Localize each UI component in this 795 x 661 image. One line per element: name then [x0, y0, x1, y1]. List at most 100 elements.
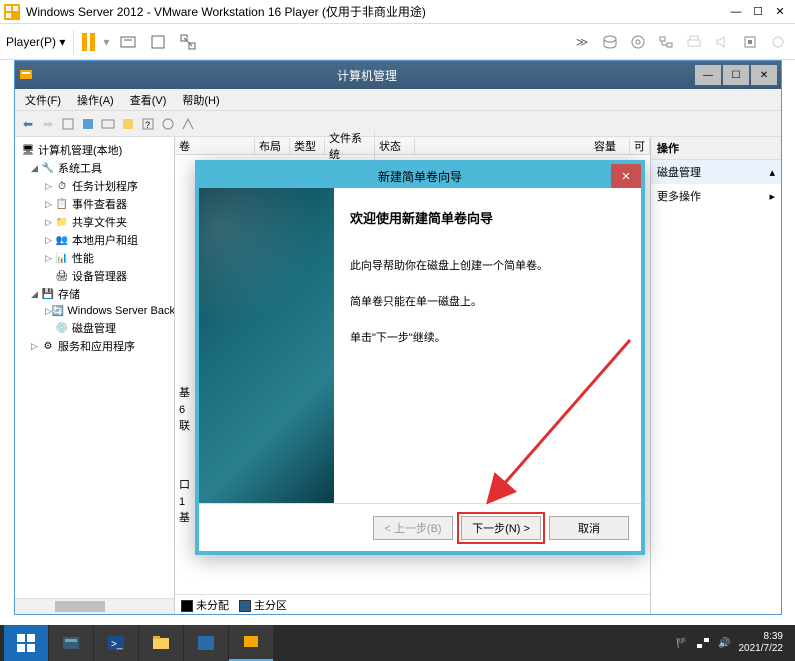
tree-shared-folders[interactable]: ▷📁共享文件夹 — [17, 213, 172, 231]
close-button[interactable]: ✕ — [769, 3, 791, 21]
back-icon[interactable]: ⬅ — [19, 115, 37, 133]
usb-icon[interactable] — [739, 31, 761, 53]
mgmt-minimize-button[interactable]: — — [695, 65, 721, 85]
disk-info: 基 6 联 — [179, 385, 190, 435]
cd-icon[interactable] — [627, 31, 649, 53]
properties-icon[interactable] — [79, 115, 97, 133]
new-simple-volume-wizard: 新建简单卷向导 ✕ 欢迎使用新建简单卷向导 此向导帮助你在磁盘上创建一个简单卷。… — [195, 160, 645, 555]
tree-disk-mgmt[interactable]: 💿磁盘管理 — [17, 319, 172, 337]
wizard-title: 新建简单卷向导 — [378, 168, 462, 185]
col-capacity[interactable]: 容量 — [590, 138, 630, 154]
actions-header: 操作 — [651, 137, 781, 160]
actions-more[interactable]: 更多操作▸ — [651, 184, 781, 208]
wizard-line1: 此向导帮助你在磁盘上创建一个简单卷。 — [350, 257, 625, 273]
menu-action[interactable]: 操作(A) — [71, 90, 120, 110]
toolbar-icon-a[interactable] — [159, 115, 177, 133]
wizard-buttons: < 上一步(B) 下一步(N) > 取消 — [199, 503, 641, 551]
actions-panel: 操作 磁盘管理▴ 更多操作▸ — [651, 137, 781, 614]
taskbar-server-manager[interactable] — [49, 625, 93, 661]
send-ctrl-alt-del-icon[interactable] — [117, 31, 139, 53]
tree-local-users[interactable]: ▷👥本地用户和组 — [17, 231, 172, 249]
wizard-titlebar[interactable]: 新建简单卷向导 ✕ — [199, 164, 641, 188]
forward-icon[interactable]: ➡ — [39, 115, 57, 133]
menu-help[interactable]: 帮助(H) — [176, 90, 225, 110]
chevron-up-icon: ▴ — [769, 166, 775, 179]
mgmt-titlebar: 计算机管理 — ☐ ✕ — [15, 61, 781, 89]
tree-system-tools[interactable]: ◢🔧系统工具 — [17, 159, 172, 177]
tree-event-viewer[interactable]: ▷📋事件查看器 — [17, 195, 172, 213]
refresh-icon[interactable] — [99, 115, 117, 133]
settings-icon[interactable] — [767, 31, 789, 53]
mgmt-icon — [19, 67, 35, 83]
wizard-heading: 欢迎使用新建简单卷向导 — [350, 208, 625, 227]
col-status[interactable]: 状态 — [375, 138, 415, 154]
tree-storage[interactable]: ◢💾存储 — [17, 285, 172, 303]
wizard-line3: 单击"下一步"继续。 — [350, 329, 625, 345]
legend-primary: 主分区 — [254, 600, 287, 612]
help-icon[interactable]: ? — [139, 115, 157, 133]
unity-icon[interactable] — [177, 31, 199, 53]
col-free[interactable]: 可 — [630, 138, 650, 154]
network-icon[interactable] — [655, 31, 677, 53]
svg-text:>_: >_ — [111, 639, 123, 650]
start-button[interactable] — [4, 625, 48, 661]
up-icon[interactable] — [59, 115, 77, 133]
tray-sound-icon[interactable]: 🔊 — [718, 638, 730, 649]
mgmt-toolbar: ⬅ ➡ ? — [15, 111, 781, 137]
taskbar-explorer[interactable] — [139, 625, 183, 661]
svg-text:?: ? — [145, 120, 150, 130]
taskbar-powershell[interactable]: >_ — [94, 625, 138, 661]
pause-icon[interactable] — [82, 33, 95, 51]
tray-network-icon[interactable] — [696, 636, 710, 650]
vmware-titlebar: Windows Server 2012 - VMware Workstation… — [0, 0, 795, 24]
col-layout[interactable]: 布局 — [255, 138, 290, 154]
mgmt-title: 计算机管理 — [41, 67, 693, 84]
wizard-next-button[interactable]: 下一步(N) > — [461, 516, 541, 540]
printer-icon[interactable] — [683, 31, 705, 53]
system-tray: 🏴 🔊 8:39 2021/7/22 — [676, 631, 791, 655]
col-fs[interactable]: 文件系统 — [325, 130, 375, 162]
tray-clock[interactable]: 8:39 2021/7/22 — [739, 631, 784, 655]
maximize-button[interactable]: ☐ — [747, 3, 769, 21]
minimize-button[interactable]: — — [725, 3, 747, 21]
wizard-sidebar-graphic — [199, 188, 334, 503]
wizard-cancel-button[interactable]: 取消 — [549, 516, 629, 540]
menu-file[interactable]: 文件(F) — [19, 90, 67, 110]
tree-root[interactable]: 🖥计算机管理(本地) — [17, 141, 172, 159]
player-menu[interactable]: Player(P) ▾ — [6, 35, 65, 49]
wizard-line2: 简单卷只能在单一磁盘上。 — [350, 293, 625, 309]
list-icon[interactable] — [119, 115, 137, 133]
taskbar-app[interactable] — [184, 625, 228, 661]
toolbar-icon-b[interactable] — [179, 115, 197, 133]
col-type[interactable]: 类型 — [290, 138, 325, 154]
taskbar-computer-mgmt[interactable] — [229, 625, 273, 661]
actions-disk-mgmt[interactable]: 磁盘管理▴ — [651, 160, 781, 184]
tray-flag-icon[interactable]: 🏴 — [676, 638, 688, 649]
vmware-toolbar: Player(P) ▾ ▾ ≫ — [0, 24, 795, 60]
menu-view[interactable]: 查看(V) — [124, 90, 173, 110]
tree-device-manager[interactable]: 🖨设备管理器 — [17, 267, 172, 285]
mgmt-maximize-button[interactable]: ☐ — [723, 65, 749, 85]
tree-panel: 🖥计算机管理(本地) ◢🔧系统工具 ▷⏱任务计划程序 ▷📋事件查看器 ▷📁共享文… — [15, 137, 175, 614]
mgmt-close-button[interactable]: ✕ — [751, 65, 777, 85]
tree-services-apps[interactable]: ▷⚙服务和应用程序 — [17, 337, 172, 355]
disk-icon[interactable] — [599, 31, 621, 53]
vmware-title: Windows Server 2012 - VMware Workstation… — [26, 3, 725, 20]
chevron-right-icon: ▸ — [769, 190, 775, 203]
disk-info-2: 口1基 — [179, 477, 190, 527]
tree-wsb[interactable]: ▷🔄Windows Server Back — [17, 303, 172, 319]
windows-taskbar: >_ 🏴 🔊 8:39 2021/7/22 — [0, 625, 795, 661]
wizard-content: 欢迎使用新建简单卷向导 此向导帮助你在磁盘上创建一个简单卷。 简单卷只能在单一磁… — [334, 188, 641, 503]
sound-icon[interactable] — [711, 31, 733, 53]
wizard-close-button[interactable]: ✕ — [611, 164, 641, 188]
mgmt-menubar: 文件(F) 操作(A) 查看(V) 帮助(H) — [15, 89, 781, 111]
fullscreen-icon[interactable] — [147, 31, 169, 53]
wizard-back-button: < 上一步(B) — [373, 516, 453, 540]
tree-task-scheduler[interactable]: ▷⏱任务计划程序 — [17, 177, 172, 195]
tree-scrollbar[interactable] — [15, 598, 174, 614]
tree-performance[interactable]: ▷📊性能 — [17, 249, 172, 267]
legend-unallocated: 未分配 — [196, 600, 229, 612]
connect-icon[interactable]: ≫ — [571, 31, 593, 53]
col-volume[interactable]: 卷 — [175, 138, 255, 154]
disk-legend: 未分配 主分区 — [175, 594, 650, 614]
